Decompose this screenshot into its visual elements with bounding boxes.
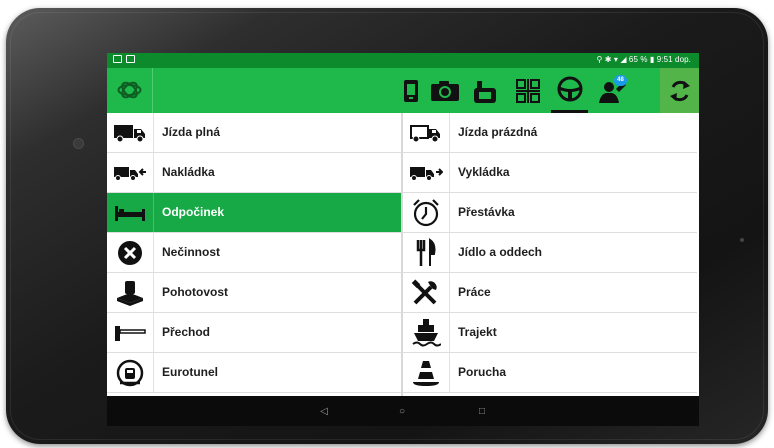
- activity-nakladka[interactable]: Nakládka: [107, 153, 401, 193]
- column-divider: [401, 113, 403, 396]
- message-count-badge: 48: [614, 75, 627, 86]
- activity-label: Jídlo a oddech: [458, 245, 543, 259]
- loading-truck-icon: [114, 166, 146, 181]
- bluetooth-icon: ✱: [604, 55, 612, 64]
- activity-eurotunel[interactable]: Eurotunel: [107, 353, 401, 393]
- eurotunnel-icon: [116, 359, 144, 386]
- activity-label: Nečinnost: [162, 245, 221, 259]
- bed-icon: [115, 205, 145, 221]
- camera-button[interactable]: [426, 68, 463, 113]
- activity-label: Odpočinek: [162, 205, 225, 219]
- driving-button[interactable]: [551, 68, 588, 113]
- activity-column-left: Jízda plná Nakládka Odpočinek Nečinnost …: [107, 113, 401, 393]
- ferry-icon: [412, 318, 441, 346]
- message-person-icon: [598, 81, 626, 103]
- border-crossing-icon: [115, 325, 146, 341]
- activity-vykladka[interactable]: Vykládka: [403, 153, 697, 193]
- activity-label: Práce: [458, 285, 491, 299]
- activity-odpocinek[interactable]: Odpočinek: [107, 193, 401, 233]
- activity-label: Pohotovost: [162, 285, 228, 299]
- loaded-truck-icon: [114, 124, 145, 142]
- activity-column-right: Jízda prázdná Vykládka Přestávka Jídlo a…: [403, 113, 697, 393]
- code-button[interactable]: [509, 68, 546, 113]
- activity-prechod[interactable]: Přechod: [107, 313, 401, 353]
- image-notification-icon: [126, 55, 135, 63]
- sync-icon: [669, 80, 690, 101]
- notification-icons: [113, 55, 139, 65]
- camera-icon: [430, 80, 459, 101]
- activity-jidlo-a-oddech[interactable]: Jídlo a oddech: [403, 233, 697, 273]
- front-camera: [73, 138, 84, 149]
- barcode-icon: [515, 78, 540, 103]
- navigation-bar: ◁ ○ □: [107, 396, 699, 426]
- x-circle-icon: [118, 240, 142, 265]
- activity-label: Přestávka: [458, 205, 515, 219]
- activity-label: Porucha: [458, 365, 507, 379]
- activity-label: Jízda prázdná: [458, 125, 538, 139]
- activity-label: Eurotunel: [162, 365, 218, 379]
- clock: 9:51 dop.: [656, 55, 691, 64]
- alarm-clock-icon: [413, 198, 439, 226]
- activity-trajekt[interactable]: Trajekt: [403, 313, 697, 353]
- app-screen: ⚲ ✱ ▾ ◢ 65 % ▮ 9:51 dop. 48 Jízda plná N…: [107, 53, 699, 426]
- recents-button[interactable]: □: [474, 403, 490, 419]
- steering-wheel-icon: [557, 76, 582, 102]
- tachograph-logo-icon: [117, 81, 142, 99]
- sync-button[interactable]: [660, 68, 699, 113]
- activity-label: Jízda plná: [162, 125, 221, 139]
- cutlery-icon: [416, 237, 436, 266]
- app-logo[interactable]: [107, 68, 153, 113]
- battery-icon: ▮: [649, 55, 655, 64]
- tachograph-icon: [473, 80, 496, 103]
- toolbar: 48: [107, 68, 699, 113]
- location-icon: ⚲: [596, 55, 603, 64]
- activity-prestavka[interactable]: Přestávka: [403, 193, 697, 233]
- activity-jizda-prazdna[interactable]: Jízda prázdná: [403, 113, 697, 153]
- notification-icon: [113, 55, 122, 63]
- light-sensor: [740, 238, 744, 242]
- activity-label: Vykládka: [458, 165, 510, 179]
- activity-label: Trajekt: [458, 325, 497, 339]
- battery-percent: 65 %: [628, 55, 648, 64]
- card-button[interactable]: [392, 68, 429, 113]
- status-bar: ⚲ ✱ ▾ ◢ 65 % ▮ 9:51 dop.: [107, 53, 699, 68]
- signal-icon: ◢: [620, 55, 627, 64]
- unloading-truck-icon: [410, 166, 443, 181]
- activity-jizda-plna[interactable]: Jízda plná: [107, 113, 401, 153]
- home-button[interactable]: ○: [394, 403, 410, 419]
- phone-card-icon: [403, 79, 418, 102]
- tachograph-button[interactable]: [466, 68, 503, 113]
- activity-pohotovost[interactable]: Pohotovost: [107, 273, 401, 313]
- activity-grid: Jízda plná Nakládka Odpočinek Nečinnost …: [107, 113, 699, 396]
- empty-truck-icon: [410, 124, 440, 142]
- traffic-cone-icon: [413, 360, 439, 386]
- activity-label: Přechod: [162, 325, 211, 339]
- activity-prace[interactable]: Práce: [403, 273, 697, 313]
- wifi-icon: ▾: [613, 55, 618, 64]
- standby-icon: [117, 280, 143, 306]
- tablet-frame: ⚲ ✱ ▾ ◢ 65 % ▮ 9:51 dop. 48 Jízda plná N…: [6, 8, 768, 444]
- activity-porucha[interactable]: Porucha: [403, 353, 697, 393]
- tools-icon: [411, 278, 437, 304]
- back-button[interactable]: ◁: [316, 403, 332, 419]
- messages-button[interactable]: 48: [594, 68, 631, 113]
- activity-necinnost[interactable]: Nečinnost: [107, 233, 401, 273]
- activity-label: Nakládka: [162, 165, 215, 179]
- status-right: ⚲ ✱ ▾ ◢ 65 % ▮ 9:51 dop.: [596, 55, 691, 64]
